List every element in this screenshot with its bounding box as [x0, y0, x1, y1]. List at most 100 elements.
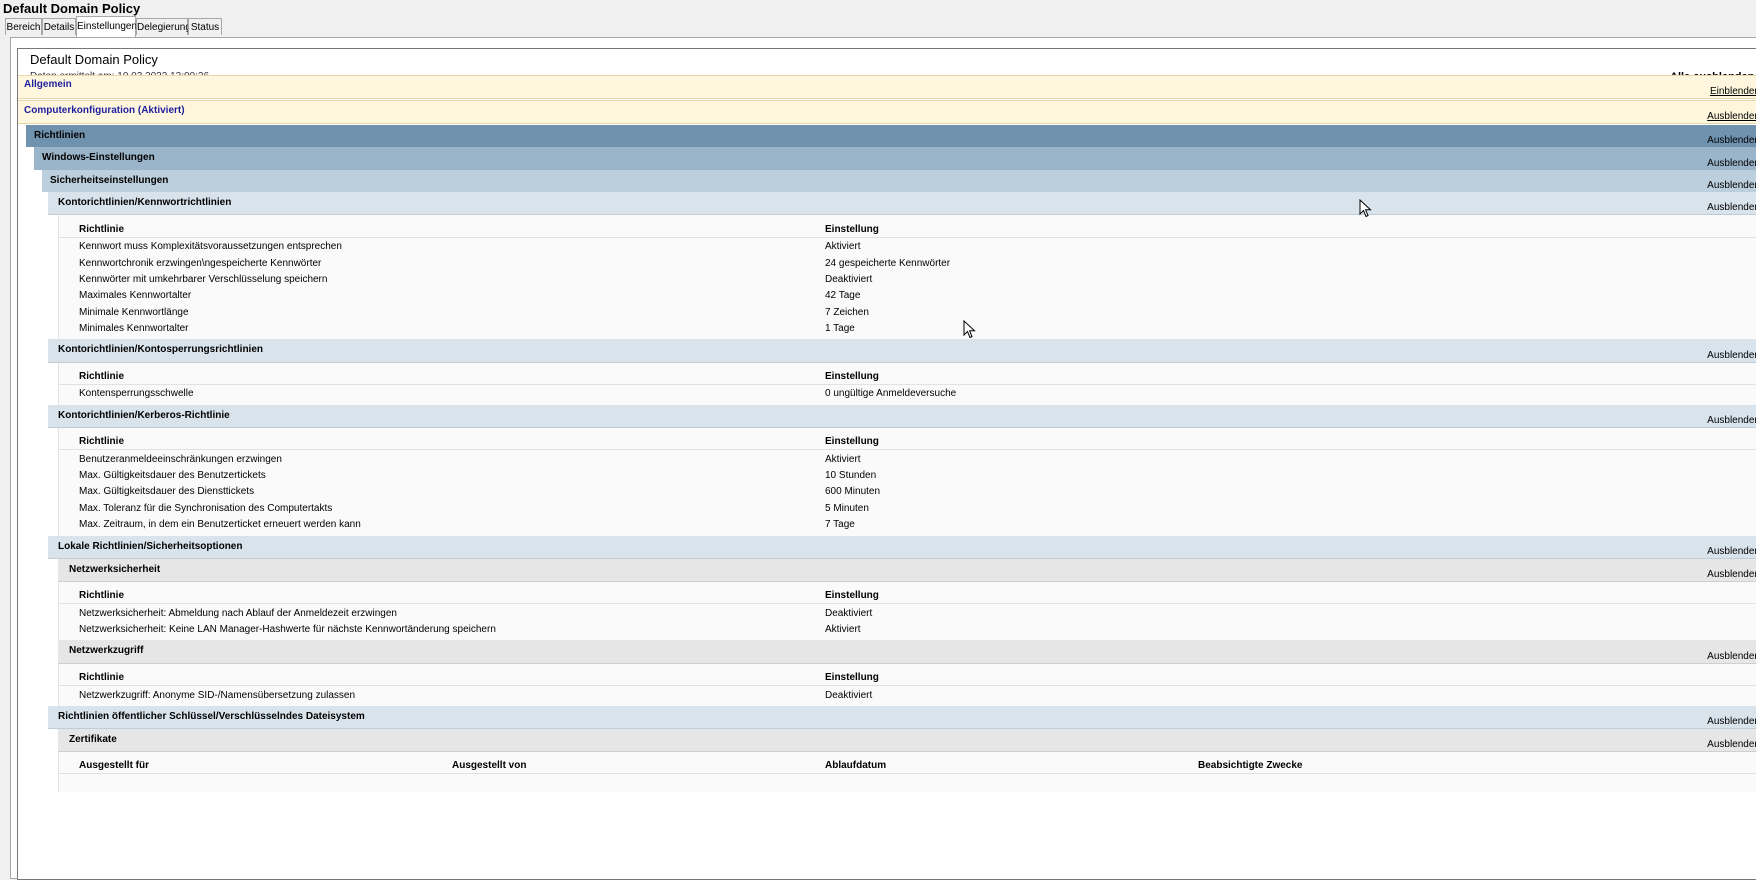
hide-link[interactable]: Ausblenden [1707, 135, 1756, 146]
policy-value: Deaktiviert [825, 690, 873, 701]
section-certificates[interactable]: Zertifikate Ausblenden [58, 729, 1756, 752]
column-header-setting: Einstellung [825, 436, 879, 447]
column-header-policy: Richtlinie [79, 371, 125, 382]
hide-link[interactable]: Ausblenden [1707, 546, 1756, 557]
table-row: Kontensperrungsschwelle 0 ungültige Anmel… [59, 385, 1756, 401]
section-computer-config[interactable]: Computerkonfiguration (Aktiviert) Ausble… [18, 100, 1756, 124]
column-header-policy: Richtlinie [79, 590, 125, 601]
settings-report: Default Domain Policy Daten ermittelt am… [17, 48, 1756, 880]
policy-value: 600 Minuten [825, 486, 881, 497]
section-lockout-policy[interactable]: Kontorichtlinien/Kontosperrungsrichtlini… [48, 339, 1756, 363]
hide-link[interactable]: Ausblenden [1707, 158, 1756, 169]
section-public-key-policies[interactable]: Richtlinien öffentlicher Schlüssel/Versc… [48, 706, 1756, 729]
mouse-pointer-icon [1359, 199, 1372, 218]
tab-einstellungen[interactable]: Einstellungen [76, 16, 137, 37]
column-header-policy: Richtlinie [79, 436, 125, 447]
policy-value: 24 gespeicherte Kennwörter [825, 258, 951, 269]
section-network-security[interactable]: Netzwerksicherheit Ausblenden [58, 559, 1756, 582]
policy-name: Netzwerksicherheit: Abmeldung nach Ablau… [79, 608, 397, 619]
column-header-issued-to: Ausgestellt für [79, 760, 150, 771]
table-row: Max. Gültigkeitsdauer des Benutzerticket… [59, 467, 1756, 483]
policy-name: Kennwortchronik erzwingen\ngespeicherte … [79, 258, 322, 269]
policy-name: Max. Zeitraum, in dem ein Benutzerticket… [79, 519, 361, 530]
hide-link[interactable]: Ausblenden [1707, 739, 1756, 750]
section-windows-settings[interactable]: Windows-Einstellungen Ausblenden [34, 147, 1756, 170]
tab-bereich[interactable]: Bereich [5, 18, 42, 35]
policy-value: 0 ungültige Anmeldeversuche [825, 388, 957, 399]
table-header: Richtlinie Einstellung [59, 433, 1756, 450]
section-label: Allgemein [24, 79, 72, 90]
section-network-access[interactable]: Netzwerkzugriff Ausblenden [58, 640, 1756, 664]
policy-value: 42 Tage [825, 290, 861, 301]
section-richtlinien[interactable]: Richtlinien Ausblenden [26, 125, 1756, 147]
section-label: Computerkonfiguration (Aktiviert) [24, 105, 185, 116]
table-header: Ausgestellt für Ausgestellt von Ablaufda… [59, 757, 1756, 774]
table-row: Netzwerksicherheit: Abmeldung nach Ablau… [59, 605, 1756, 621]
policy-name: Maximales Kennwortalter [79, 290, 192, 301]
section-label: Zertifikate [69, 734, 117, 745]
section-label: Windows-Einstellungen [42, 152, 155, 163]
table-header: Richtlinie Einstellung [59, 368, 1756, 385]
policy-name: Benutzeranmeldeeinschränkungen erzwingen [79, 454, 282, 465]
table-row: Max. Gültigkeitsdauer des Diensttickets 6… [59, 483, 1756, 499]
lockout-policy-table: Richtlinie Einstellung Kontensperrungssc… [58, 363, 1756, 405]
tab-details[interactable]: Details [42, 18, 76, 35]
hide-link[interactable]: Ausblenden [1707, 716, 1756, 727]
column-header-setting: Einstellung [825, 672, 879, 683]
section-label: Netzwerksicherheit [69, 564, 161, 575]
column-header-issued-by: Ausgestellt von [452, 760, 527, 771]
section-kerberos-policy[interactable]: Kontorichtlinien/Kerberos-Richtlinie Aus… [48, 405, 1756, 428]
policy-value: Aktiviert [825, 454, 861, 465]
hide-link[interactable]: Ausblenden [1707, 569, 1756, 580]
section-label: Kontorichtlinien/Kerberos-Richtlinie [58, 410, 230, 421]
policy-name: Kontensperrungsschwelle [79, 388, 194, 399]
table-row: Kennwortchronik erzwingen\ngespeicherte … [59, 255, 1756, 271]
table-row: Kennwort muss Komplexitätsvoraussetzunge… [59, 238, 1756, 254]
policy-value: 1 Tage [825, 323, 855, 334]
hide-link[interactable]: Ausblenden [1707, 111, 1756, 122]
section-label: Richtlinien öffentlicher Schlüssel/Versc… [58, 711, 365, 722]
policy-value: Deaktiviert [825, 608, 873, 619]
hide-link[interactable]: Ausblenden [1707, 350, 1756, 361]
policy-value: 5 Minuten [825, 503, 869, 514]
column-header-setting: Einstellung [825, 224, 879, 235]
hide-link[interactable]: Ausblenden [1707, 180, 1756, 191]
certificates-table: Ausgestellt für Ausgestellt von Ablaufda… [58, 752, 1756, 792]
policy-value: 10 Stunden [825, 470, 877, 481]
policy-value: Aktiviert [825, 624, 861, 635]
network-security-table: Richtlinie Einstellung Netzwerksicherhei… [58, 582, 1756, 640]
tab-status[interactable]: Status [188, 18, 222, 35]
tab-delegierung[interactable]: Delegierung [136, 18, 191, 35]
section-password-policy[interactable]: Kontorichtlinien/Kennwortrichtlinien Aus… [48, 192, 1756, 215]
table-header: Richtlinie Einstellung [59, 221, 1756, 238]
section-allgemein[interactable]: Allgemein Einblenden [18, 75, 1756, 99]
table-row: Minimales Kennwortalter 1 Tage [59, 320, 1756, 336]
section-local-policies[interactable]: Lokale Richtlinien/Sicherheitsoptionen A… [48, 536, 1756, 559]
show-link[interactable]: Einblenden [1710, 86, 1756, 97]
table-row: Maximales Kennwortalter 42 Tage [59, 287, 1756, 303]
section-label: Lokale Richtlinien/Sicherheitsoptionen [58, 541, 243, 552]
column-header-expiry: Ablaufdatum [825, 760, 887, 771]
section-label: Richtlinien [34, 130, 86, 141]
hide-link[interactable]: Ausblenden [1707, 651, 1756, 662]
section-label: Kontorichtlinien/Kennwortrichtlinien [58, 197, 232, 208]
window-title: Default Domain Policy [3, 1, 141, 16]
column-header-purposes: Beabsichtigte Zwecke [1198, 760, 1303, 771]
table-header: Richtlinie Einstellung [59, 587, 1756, 604]
policy-name: Netzwerkzugriff: Anonyme SID-/Namensüber… [79, 690, 356, 701]
column-header-setting: Einstellung [825, 590, 879, 601]
column-header-policy: Richtlinie [79, 672, 125, 683]
policy-name: Kennwörter mit umkehrbarer Verschlüsselu… [79, 274, 328, 285]
table-row: Benutzeranmeldeeinschränkungen erzwingen… [59, 451, 1756, 467]
policy-value: Deaktiviert [825, 274, 873, 285]
section-label: Netzwerkzugriff [69, 645, 144, 656]
section-label: Sicherheitseinstellungen [50, 175, 169, 186]
hide-link[interactable]: Ausblenden [1707, 415, 1756, 426]
network-access-table: Richtlinie Einstellung Netzwerkzugriff: … [58, 664, 1756, 706]
section-security-settings[interactable]: Sicherheitseinstellungen Ausblenden [42, 170, 1756, 192]
policy-name: Max. Toleranz für die Synchronisation de… [79, 503, 333, 514]
hide-link[interactable]: Ausblenden [1707, 202, 1756, 213]
policy-name: Kennwort muss Komplexitätsvoraussetzunge… [79, 241, 342, 252]
kerberos-policy-table: Richtlinie Einstellung Benutzeranmeldeei… [58, 428, 1756, 536]
password-policy-table: Richtlinie Einstellung Kennwort muss Kom… [58, 215, 1756, 339]
